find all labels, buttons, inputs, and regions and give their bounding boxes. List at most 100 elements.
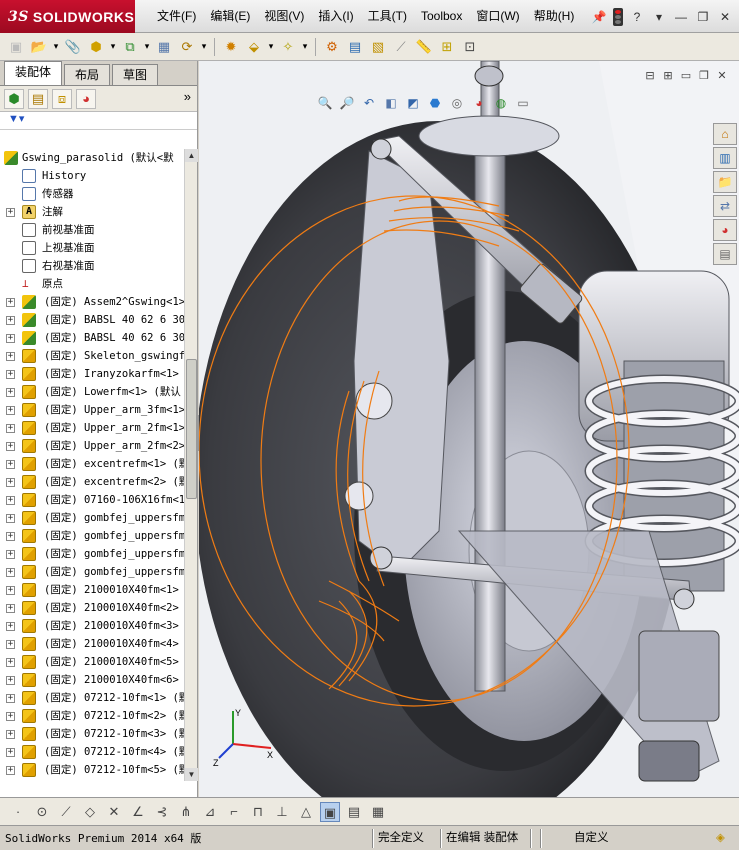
tree-node[interactable]: + (固定) Assem2^Gswing<1>	[0, 293, 184, 311]
apply-scene-icon[interactable]: ◍	[493, 95, 509, 111]
circle-icon[interactable]: ⊙	[32, 802, 52, 822]
tab-sketch[interactable]: 草图	[112, 64, 159, 85]
expand-toggle-icon[interactable]: +	[6, 658, 15, 667]
measure-icon[interactable]: 📏	[414, 37, 434, 57]
rebuild-icon[interactable]: ⚙	[322, 37, 342, 57]
view-orientation-icon[interactable]: ◩	[405, 95, 421, 111]
dropdown-arrow-icon[interactable]: ▾	[200, 37, 208, 57]
insert-components-icon[interactable]: ⬢	[86, 37, 106, 57]
menu-item[interactable]: 插入(I)	[311, 0, 360, 33]
tree-node[interactable]: +(固定) 07212-10fm<6> (默	[0, 779, 184, 781]
move-component-icon[interactable]: ⟳	[177, 37, 197, 57]
filter-funnel-icon[interactable]: ▼▾	[8, 113, 24, 125]
expand-toggle-icon[interactable]: +	[6, 766, 15, 775]
smart-fasteners-icon[interactable]: ✹	[221, 37, 241, 57]
expand-toggle-icon[interactable]: +	[6, 730, 15, 739]
tree-scrollbar[interactable]: ▲ ▼	[184, 149, 198, 781]
expand-toggle-icon[interactable]: +	[6, 694, 15, 703]
tree-node[interactable]: + (固定) 07212-10fm<1> (默	[0, 689, 184, 707]
exploded-view-icon[interactable]: ▤	[345, 37, 365, 57]
mass-properties-icon[interactable]: ⊞	[437, 37, 457, 57]
appearances-scenes-icon[interactable]: ◕	[713, 219, 737, 241]
previous-view-icon[interactable]: ↶	[361, 95, 377, 111]
zoom-to-fit-icon[interactable]: 🔍	[317, 95, 333, 111]
tree-node[interactable]: Gswing_parasolid (默认<默	[0, 149, 184, 167]
expand-toggle-icon[interactable]: +	[6, 748, 15, 757]
reference-geometry-icon[interactable]: ✧	[278, 37, 298, 57]
expand-toggle-icon[interactable]: +	[6, 442, 15, 451]
file-explorer-icon[interactable]: 📁	[713, 171, 737, 193]
scrollbar-thumb[interactable]	[186, 359, 197, 499]
offset-icon[interactable]: ⊿	[200, 802, 220, 822]
shaded-cube-icon[interactable]: ▣	[320, 801, 340, 822]
expand-toggle-icon[interactable]: +	[6, 370, 15, 379]
expand-toggle-icon[interactable]: +	[6, 388, 15, 397]
tree-node[interactable]: History	[0, 167, 184, 185]
tree-node[interactable]: + (固定) 2100010X40fm<6>	[0, 671, 184, 689]
displaymanager-icon[interactable]: ◕	[76, 88, 96, 109]
menu-item[interactable]: 编辑(E)	[203, 0, 257, 33]
tree-node[interactable]: + (固定) gombfej_uppersfm	[0, 563, 184, 581]
point-icon[interactable]: ·	[8, 802, 28, 822]
expand-toggle-icon[interactable]: +	[6, 496, 15, 505]
expand-toggle-icon[interactable]: +	[6, 208, 15, 217]
dropdown-arrow-icon[interactable]: ▾	[52, 37, 60, 57]
tree-node[interactable]: + (固定) Iranyzokarfm<1>	[0, 365, 184, 383]
tree-node[interactable]: + (固定) 07212-10fm<2> (默	[0, 707, 184, 725]
menu-item[interactable]: 窗口(W)	[469, 0, 526, 33]
scroll-up-arrow-icon[interactable]: ▲	[185, 149, 198, 162]
tree-node[interactable]: 右视基准面	[0, 257, 184, 275]
double-chevron-right-icon[interactable]: »	[184, 89, 191, 104]
maximize-viewport-icon[interactable]: ❐	[697, 69, 711, 83]
zoom-to-area-icon[interactable]: 🔎	[339, 95, 355, 111]
tree-node[interactable]: + (固定) 2100010X40fm<5>	[0, 653, 184, 671]
expand-toggle-icon[interactable]: +	[6, 586, 15, 595]
expand-toggle-icon[interactable]: +	[6, 514, 15, 523]
tree-node[interactable]: + (固定) 2100010X40fm<4>	[0, 635, 184, 653]
expand-toggle-icon[interactable]: +	[6, 334, 15, 343]
tag-icon[interactable]: ◈	[716, 830, 725, 847]
edit-appearance-icon[interactable]: ◕	[471, 95, 487, 111]
help-button[interactable]: ?	[629, 9, 645, 25]
dropdown-arrow-icon[interactable]: ▾	[143, 37, 151, 57]
filter-bar[interactable]: ▼▾	[0, 112, 197, 130]
expand-toggle-icon[interactable]: +	[6, 460, 15, 469]
expand-toggle-icon[interactable]: +	[6, 712, 15, 721]
dropdown-arrow-icon[interactable]: ▾	[109, 37, 117, 57]
display-style-icon[interactable]: ⬣	[427, 95, 443, 111]
tree-node[interactable]: 上视基准面	[0, 239, 184, 257]
tree-node[interactable]: + (固定) Upper_arm_2fm<1>	[0, 419, 184, 437]
design-library-icon[interactable]: ▥	[713, 147, 737, 169]
expand-toggle-icon[interactable]: +	[6, 640, 15, 649]
expand-toggle-icon[interactable]: +	[6, 406, 15, 415]
suspension-model-scene[interactable]	[199, 61, 739, 797]
expand-toggle-icon[interactable]: +	[6, 352, 15, 361]
solidworks-resources-icon[interactable]: ⌂	[713, 123, 737, 145]
scroll-down-arrow-icon[interactable]: ▼	[185, 768, 198, 781]
tree-node[interactable]: + (固定) 07160-106X16fm<1	[0, 491, 184, 509]
open-folder-icon[interactable]: 📂	[29, 37, 49, 57]
tree-node[interactable]: + (固定) excentrefm<2> (默	[0, 473, 184, 491]
menu-item[interactable]: Toolbox	[414, 0, 469, 33]
tab-assembly[interactable]: 装配体	[4, 61, 63, 85]
convert-entities-icon[interactable]: ⌐	[224, 802, 244, 822]
featuremanager-tree-icon[interactable]: ⬢	[4, 88, 24, 109]
menu-item[interactable]: 帮助(H)	[527, 0, 582, 33]
expand-toggle-icon[interactable]: +	[6, 622, 15, 631]
front-view-icon[interactable]: ▤	[344, 802, 364, 822]
expand-toggle-icon[interactable]: +	[6, 604, 15, 613]
expand-toggle-icon[interactable]: +	[6, 424, 15, 433]
tree-node[interactable]: + (固定) 07212-10fm<4> (默	[0, 743, 184, 761]
trim-icon[interactable]: ⊰	[152, 802, 172, 822]
relation-icon[interactable]: ⊥	[272, 802, 292, 822]
close-button[interactable]: ✕	[717, 9, 733, 25]
tree-node[interactable]: + (固定) gombfej_uppersfm	[0, 545, 184, 563]
view-settings-icon[interactable]: ▭	[515, 95, 531, 111]
tree-node[interactable]: + (固定) 2100010X40fm<3>	[0, 617, 184, 635]
expand-toggle-icon[interactable]: +	[6, 568, 15, 577]
pushpin-icon[interactable]: 📌	[591, 9, 607, 25]
expand-toggle-icon[interactable]: +	[6, 550, 15, 559]
options-icon[interactable]: ⊡	[460, 37, 480, 57]
tree-node[interactable]: + (固定) 2100010X40fm<1>	[0, 581, 184, 599]
tree-node[interactable]: + (固定) gombfej_uppersfm	[0, 527, 184, 545]
